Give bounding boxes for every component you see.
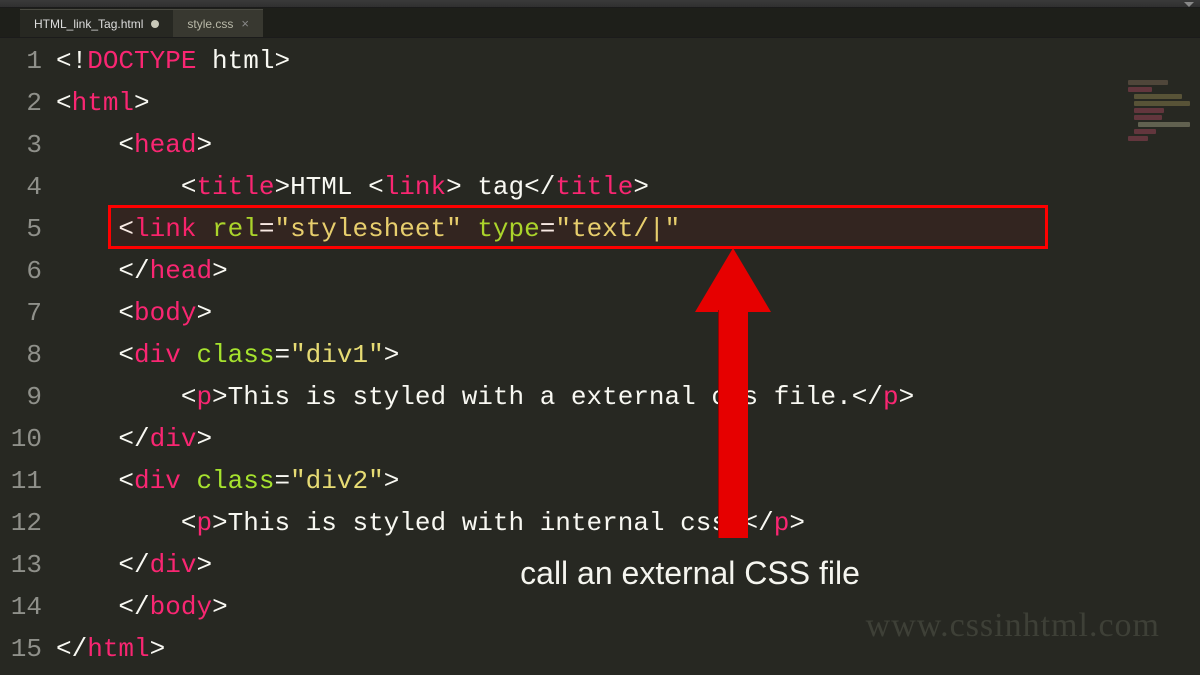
- line-number: 5: [0, 208, 56, 250]
- code-line[interactable]: <p>This is styled with internal css.</p>: [56, 502, 914, 544]
- tab-style-css[interactable]: style.css ×: [173, 9, 263, 37]
- code-line[interactable]: <!DOCTYPE html>: [56, 40, 914, 82]
- line-number: 9: [0, 376, 56, 418]
- code-line[interactable]: <head>: [56, 124, 914, 166]
- code-line[interactable]: </head>: [56, 250, 914, 292]
- line-number: 15: [0, 628, 56, 670]
- line-number: 2: [0, 82, 56, 124]
- tab-label: style.css: [187, 17, 233, 31]
- minimap[interactable]: [1128, 80, 1190, 152]
- code-line[interactable]: <p>This is styled with a external css fi…: [56, 376, 914, 418]
- code-line[interactable]: <div class="div2">: [56, 460, 914, 502]
- line-number: 7: [0, 292, 56, 334]
- line-number: 8: [0, 334, 56, 376]
- line-number: 4: [0, 166, 56, 208]
- tab-label: HTML_link_Tag.html: [34, 17, 143, 31]
- annotation-caption: call an external CSS file: [470, 555, 910, 592]
- code-line[interactable]: </body>: [56, 586, 914, 628]
- tab-html-link-tag[interactable]: HTML_link_Tag.html: [20, 9, 173, 37]
- code-line[interactable]: <link rel="stylesheet" type="text/|": [56, 208, 914, 250]
- gutter: 1 2 3 4 5 6 7 8 9 10 11 12 13 14 15: [0, 38, 56, 675]
- editor-window: HTML_link_Tag.html style.css × 1 2 3 4 5…: [0, 0, 1200, 675]
- code-line[interactable]: <div class="div1">: [56, 334, 914, 376]
- code-line[interactable]: </div>: [56, 418, 914, 460]
- line-number: 14: [0, 586, 56, 628]
- line-number: 10: [0, 418, 56, 460]
- close-icon[interactable]: ×: [241, 16, 249, 31]
- tab-bar: HTML_link_Tag.html style.css ×: [0, 8, 1200, 38]
- line-number: 3: [0, 124, 56, 166]
- code-line[interactable]: <title>HTML <link> tag</title>: [56, 166, 914, 208]
- line-number: 11: [0, 460, 56, 502]
- line-number: 6: [0, 250, 56, 292]
- window-titlebar[interactable]: [0, 0, 1200, 8]
- line-number: 1: [0, 40, 56, 82]
- code-line[interactable]: </html>: [56, 628, 914, 670]
- chevron-down-icon[interactable]: [1184, 2, 1194, 7]
- watermark: www.cssinhtml.com: [866, 607, 1160, 645]
- line-number: 12: [0, 502, 56, 544]
- code-line[interactable]: <html>: [56, 82, 914, 124]
- dirty-dot-icon: [151, 20, 159, 28]
- code-line[interactable]: <body>: [56, 292, 914, 334]
- line-number: 13: [0, 544, 56, 586]
